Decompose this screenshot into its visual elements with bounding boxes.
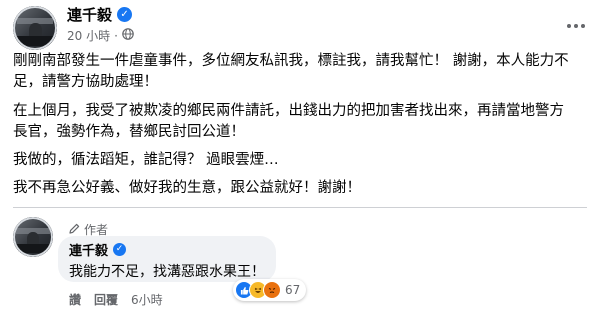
reply-button[interactable]: 回覆 xyxy=(94,291,118,308)
commenter-name[interactable]: 連千毅 xyxy=(69,240,108,259)
commenter-row: 連千毅 ✓ xyxy=(69,240,127,259)
post-paragraph: 我做的，循法蹈矩，誰記得？ 過眼雲煙… xyxy=(13,152,279,168)
reaction-count: 67 xyxy=(285,283,301,297)
post-author-avatar[interactable] xyxy=(13,6,57,50)
verified-badge-icon: ✓ xyxy=(113,243,127,256)
post-paragraph: 剛剛南部發生一件虐童事件，多位網友私訊我，標註我，請我幫忙！ 謝謝，本人能力不足… xyxy=(13,53,569,90)
post-paragraph: 我不再急公好義、做好我的生意，跟公益就好！謝謝！ xyxy=(13,180,361,196)
post-meta: 20 小時 · xyxy=(67,27,134,44)
globe-icon xyxy=(122,28,134,43)
post-paragraph: 在上個月，我受了被欺凌的鄉民兩件請託，出錢出力的把加害者找出來，再請當地警方長官… xyxy=(13,103,564,140)
pen-icon xyxy=(69,223,80,237)
more-options-icon[interactable] xyxy=(566,10,586,34)
comment-actions: 讚 回覆 6小時 xyxy=(69,291,176,308)
angry-icon xyxy=(263,281,281,299)
comment-timestamp[interactable]: 6小時 xyxy=(131,291,163,308)
post-author-name[interactable]: 連千毅 xyxy=(67,4,112,25)
comment-text: 我能力不足，找溝惡跟水果王！ xyxy=(69,264,265,280)
like-button[interactable]: 讚 xyxy=(69,291,81,308)
post-author-row: 連千毅 ✓ xyxy=(67,4,133,25)
post-timestamp[interactable]: 20 小時 xyxy=(67,27,110,44)
divider xyxy=(13,207,587,208)
meta-separator: · xyxy=(114,28,118,43)
verified-badge-icon: ✓ xyxy=(117,7,133,22)
comment-reactions[interactable]: 67 xyxy=(233,279,307,301)
commenter-avatar[interactable] xyxy=(13,217,53,257)
